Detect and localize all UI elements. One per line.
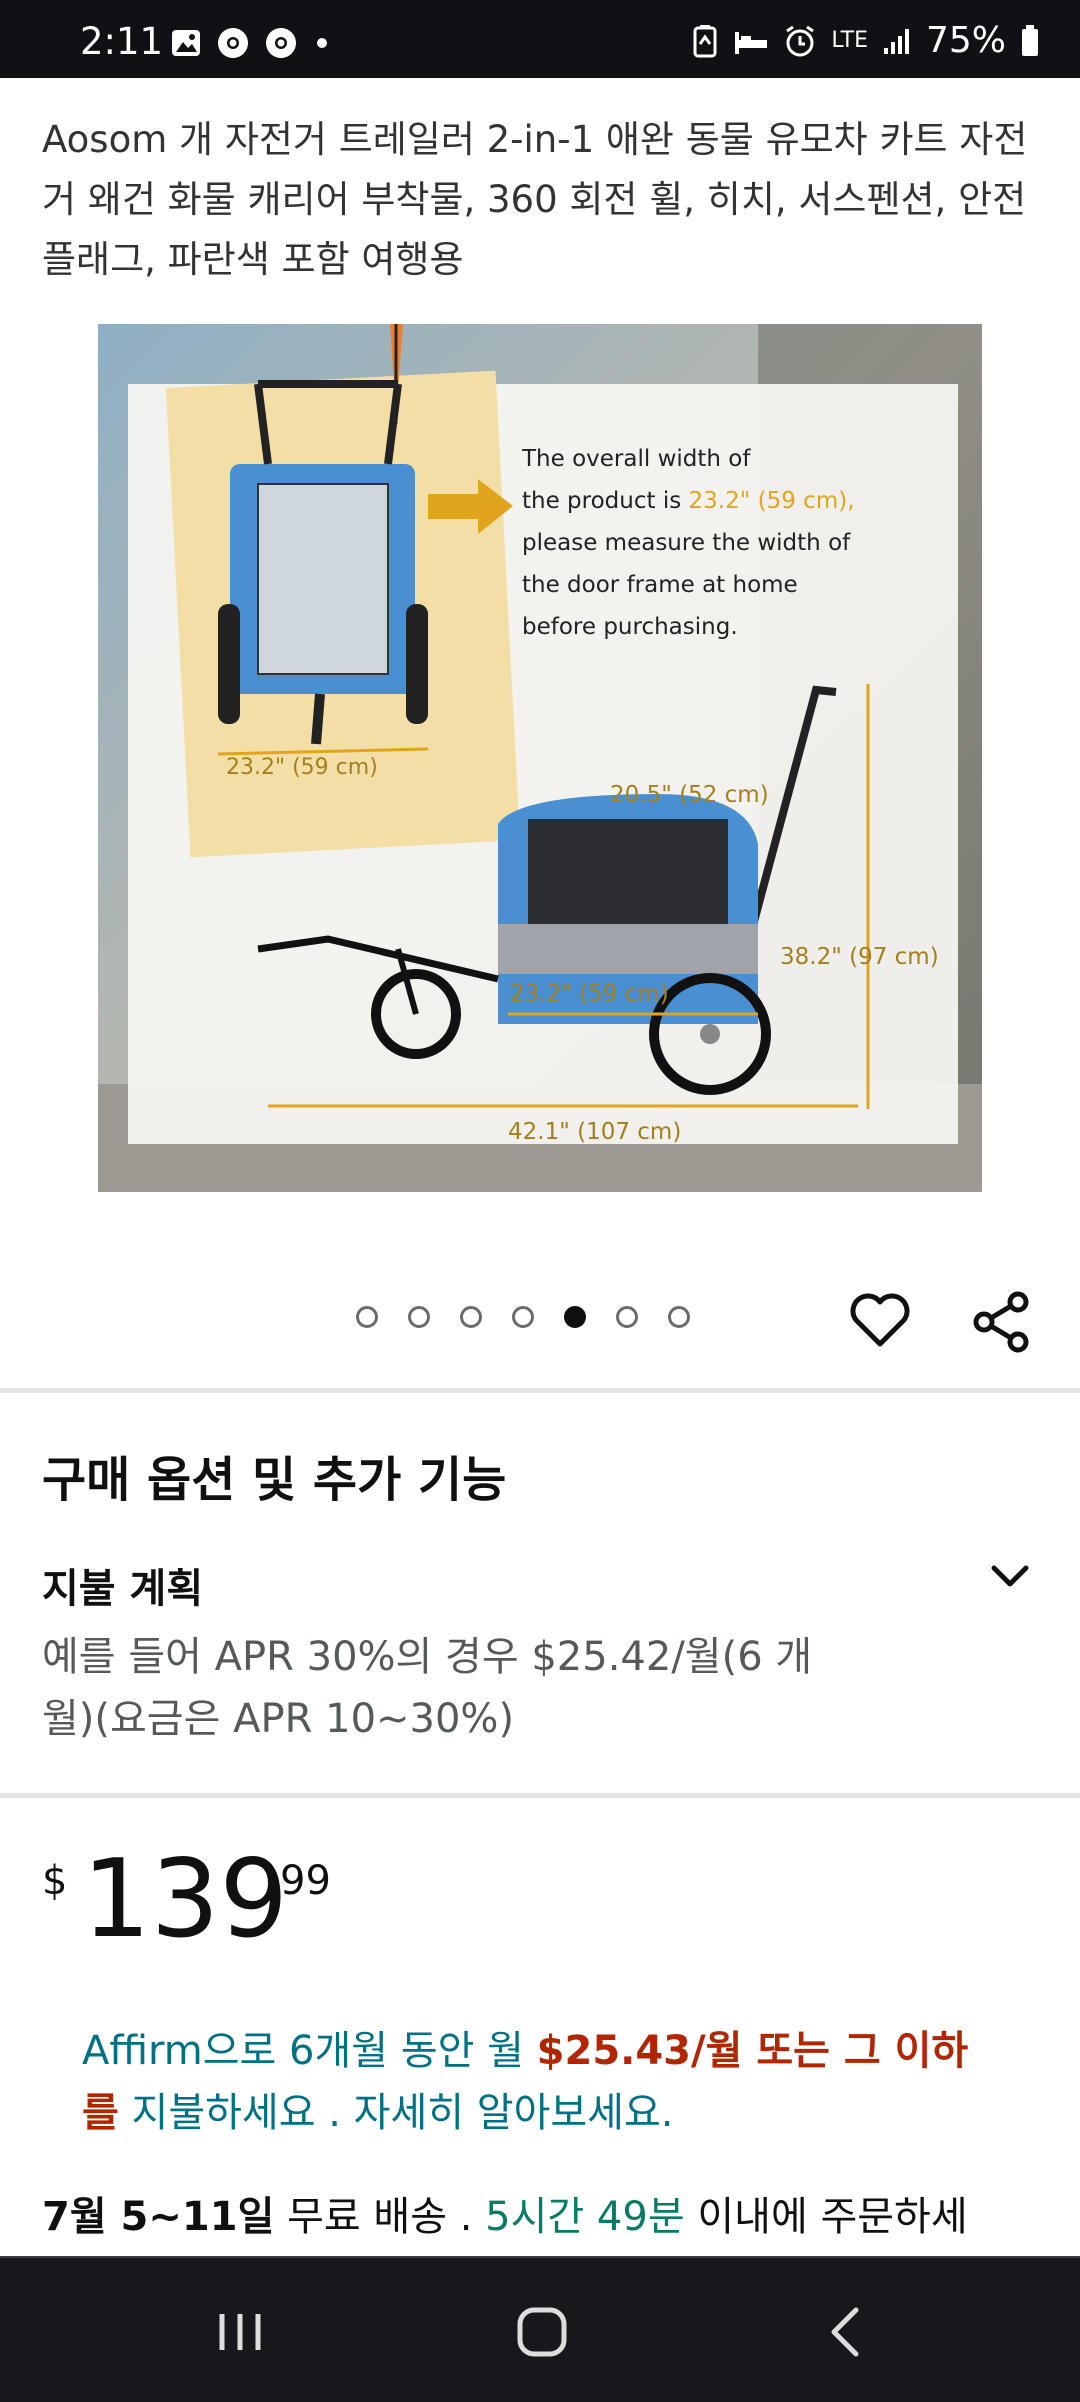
delivery-info: 7월 5~11일 무료 배송 . 5시간 49분 이내에 주문하세 bbox=[42, 2184, 1052, 2242]
carousel-dots[interactable] bbox=[356, 1306, 690, 1328]
price-whole: 139 bbox=[82, 1837, 289, 1962]
home-icon[interactable] bbox=[512, 2302, 572, 2362]
battery-icon bbox=[1022, 24, 1038, 56]
product-title: Aosom 개 자전거 트레일러 2-in-1 애완 동물 유모차 카트 자전거… bbox=[42, 118, 1028, 281]
affirm-text-1: Affirm으로 6개월 동안 월 bbox=[82, 2028, 537, 2074]
chrome-icon bbox=[266, 28, 296, 58]
caption-line-2b: 23.2" (59 cm), bbox=[689, 488, 855, 514]
affirm-learn-more-link[interactable]: 지불하세요 . 자세히 알아보세요. bbox=[119, 2090, 674, 2136]
carousel-dot[interactable] bbox=[356, 1306, 378, 1328]
caption-line-4: the door frame at home bbox=[522, 572, 798, 598]
sleep-icon bbox=[735, 31, 768, 54]
dim-height: 38.2" (97 cm) bbox=[780, 944, 939, 970]
carousel-dot[interactable] bbox=[460, 1306, 482, 1328]
carousel-dot[interactable] bbox=[408, 1306, 430, 1328]
payment-plan-description: 예를 들어 APR 30%의 경우 $25.42/월(6 개월)(요금은 APR… bbox=[42, 1634, 813, 1742]
caption-line-2a: the product is bbox=[522, 488, 689, 514]
delivery-text-1: 무료 배송 . bbox=[274, 2194, 486, 2240]
dot-icon bbox=[317, 38, 327, 48]
recent-apps-icon[interactable] bbox=[210, 2302, 270, 2362]
chevron-down-icon[interactable] bbox=[990, 1556, 1030, 1596]
gallery-icon bbox=[172, 30, 200, 56]
heart-icon[interactable] bbox=[848, 1290, 912, 1350]
signal-icon bbox=[883, 28, 909, 54]
back-icon[interactable] bbox=[818, 2302, 878, 2362]
price-currency: $ bbox=[42, 1858, 68, 1904]
affirm-financing[interactable]: Affirm으로 6개월 동안 월 $25.43/월 또는 그 이하를 지불하세… bbox=[82, 2020, 1002, 2144]
product-image[interactable]: 23.2" (59 cm) The overall width of the p… bbox=[98, 324, 982, 1192]
carousel-dot-active[interactable] bbox=[564, 1306, 586, 1328]
alarm-icon bbox=[786, 25, 815, 56]
battery-saver-icon bbox=[693, 24, 717, 57]
caption-line-2: the product is 23.2" (59 cm), bbox=[522, 488, 855, 514]
divider bbox=[0, 1793, 1080, 1798]
status-bar: 2:11 LTE 75% bbox=[0, 0, 1080, 78]
notification-icons bbox=[170, 26, 332, 60]
product-image-illustration: 23.2" (59 cm) The overall width of the p… bbox=[98, 324, 982, 1192]
carousel-dot[interactable] bbox=[668, 1306, 690, 1328]
caption-line-3: please measure the width of bbox=[522, 530, 851, 556]
dim-depth: 20.5" (52 cm) bbox=[610, 782, 769, 808]
delivery-countdown: 5시간 49분 bbox=[485, 2194, 685, 2240]
caption-line-1: The overall width of bbox=[521, 446, 751, 472]
navigation-bar bbox=[0, 2256, 1080, 2402]
carousel-dot[interactable] bbox=[616, 1306, 638, 1328]
chrome-icon bbox=[218, 28, 248, 58]
dim-width-front: 23.2" (59 cm) bbox=[226, 755, 378, 780]
system-icons: LTE 75% bbox=[691, 20, 1040, 61]
divider bbox=[0, 1388, 1080, 1393]
caption-line-5: before purchasing. bbox=[522, 614, 738, 640]
dim-width-side: 23.2" (59 cm) bbox=[510, 981, 669, 1007]
dim-length: 42.1" (107 cm) bbox=[508, 1119, 681, 1145]
battery-percent: 75% bbox=[925, 20, 1006, 61]
status-time: 2:11 bbox=[80, 20, 164, 63]
section-title: 구매 옵션 및 추가 기능 bbox=[42, 1452, 507, 1508]
delivery-date: 7월 5~11일 bbox=[42, 2194, 275, 2240]
share-icon[interactable] bbox=[970, 1290, 1034, 1354]
payment-plan-title[interactable]: 지불 계획 bbox=[42, 1556, 203, 1614]
carousel-dot[interactable] bbox=[512, 1306, 534, 1328]
delivery-text-2: 이내에 주문하세 bbox=[684, 2194, 968, 2240]
lte-indicator: LTE bbox=[831, 28, 868, 53]
price-fraction: 99 bbox=[280, 1858, 331, 1904]
